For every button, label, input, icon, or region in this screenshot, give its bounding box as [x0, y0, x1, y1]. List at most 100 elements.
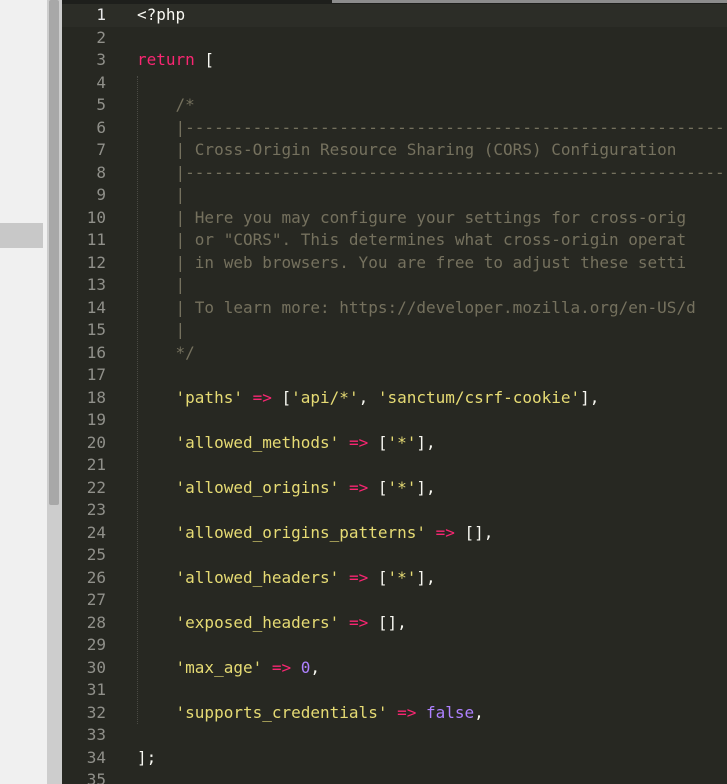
line-number: 22 [86, 477, 106, 497]
code-token: ], [416, 432, 436, 452]
code-line[interactable]: 2 [62, 27, 727, 50]
code-line[interactable]: 17 [62, 364, 727, 387]
side-panel-selected-item[interactable] [0, 223, 43, 248]
line-content: return [ [137, 49, 214, 72]
line-number: 18 [86, 387, 106, 407]
code-line[interactable]: 26 'allowed_headers' => ['*'], [62, 567, 727, 590]
code-line[interactable]: 3 return [ [62, 49, 727, 72]
code-token: ], [580, 387, 600, 407]
code-line[interactable]: 5 /* [62, 94, 727, 117]
code-token: | Cross-Origin Resource Sharing (CORS) C… [137, 140, 677, 159]
code-line[interactable]: 29 [62, 634, 727, 657]
code-token: '*' [387, 477, 417, 497]
code-line[interactable]: 21 [62, 454, 727, 477]
scrollbar-thumb[interactable] [49, 0, 59, 505]
code-token: => [348, 567, 369, 587]
code-line[interactable]: 32 'supports_credentials' => false, [62, 702, 727, 725]
line-content: 'allowed_origins_patterns' => [], [137, 522, 494, 545]
line-number: 8 [96, 162, 106, 182]
line-content: | To learn more: https://developer.mozil… [137, 297, 696, 320]
code-line[interactable]: 14 | To learn more: https://developer.mo… [62, 297, 727, 320]
line-content: 'max_age' => 0, [137, 657, 321, 680]
line-number: 7 [96, 140, 106, 159]
code-line[interactable]: 22 'allowed_origins' => ['*'], [62, 477, 727, 500]
line-number: 27 [86, 590, 106, 609]
code-line[interactable]: 19 [62, 409, 727, 432]
code-line[interactable]: 6 |-------------------------------------… [62, 117, 727, 140]
code-line[interactable]: 33 [62, 724, 727, 747]
code-line[interactable]: 23 [62, 499, 727, 522]
code-token: => [348, 477, 369, 497]
line-content: 'paths' => ['api/*', 'sanctum/csrf-cooki… [137, 387, 600, 410]
line-number: 9 [96, 185, 106, 204]
code-token: '*' [387, 567, 417, 587]
line-content: */ [137, 342, 195, 365]
line-number: 12 [86, 252, 106, 272]
line-content: |---------------------------------------… [137, 117, 727, 140]
code-editor[interactable]: 1 <?php 2 3 return [4 5 /* 6 |----------------… [62, 4, 727, 784]
code-line[interactable]: 13 | [62, 274, 727, 297]
code-token: => [252, 387, 272, 407]
code-line[interactable]: 11 | or "CORS". This determines what cro… [62, 229, 727, 252]
code-line[interactable]: 25 [62, 544, 727, 567]
line-number: 26 [86, 567, 106, 587]
line-content: | Cross-Origin Resource Sharing (CORS) C… [137, 139, 677, 162]
code-token: |---------------------------------------… [175, 162, 727, 182]
line-content: ]; [137, 747, 156, 770]
code-line[interactable]: 8 |-------------------------------------… [62, 162, 727, 185]
line-number: 3 [96, 50, 106, 69]
code-token: [], [368, 612, 407, 632]
active-tab-indicator[interactable] [332, 0, 727, 3]
code-line[interactable]: 35 [62, 769, 727, 784]
code-line[interactable]: 16 */ [62, 342, 727, 365]
code-line[interactable]: 34]; [62, 747, 727, 770]
code-line[interactable]: 15 | [62, 319, 727, 342]
line-number: 16 [86, 342, 106, 362]
code-line[interactable]: 20 'allowed_methods' => ['*'], [62, 432, 727, 455]
code-line[interactable]: 9 | [62, 184, 727, 207]
line-number: 5 [96, 95, 106, 114]
line-number: 21 [86, 455, 106, 474]
code-line[interactable]: 7 | Cross-Origin Resource Sharing (CORS)… [62, 139, 727, 162]
code-line[interactable]: 10 | Here you may configure your setting… [62, 207, 727, 230]
code-token: '*' [387, 432, 417, 452]
line-number: 24 [86, 522, 106, 542]
code-line[interactable]: 27 [62, 589, 727, 612]
code-token: [ [368, 432, 388, 452]
code-token: 'max_age' [175, 657, 263, 677]
code-line[interactable]: 4 [62, 72, 727, 95]
code-token: 'api/*' [291, 387, 359, 407]
line-content: 'allowed_methods' => ['*'], [137, 432, 436, 455]
code-token: /* [137, 95, 195, 114]
line-content: | in web browsers. You are free to adjus… [137, 252, 687, 275]
code-token: return [137, 50, 195, 69]
code-line[interactable]: 28 'exposed_headers' => [], [62, 612, 727, 635]
code-line[interactable]: 18 'paths' => ['api/*', 'sanctum/csrf-co… [62, 387, 727, 410]
line-number: 4 [96, 72, 106, 92]
code-token: ], [416, 477, 436, 497]
code-line[interactable]: 12 | in web browsers. You are free to ad… [62, 252, 727, 275]
code-line[interactable]: 24 'allowed_origins_patterns' => [], [62, 522, 727, 545]
code-line[interactable]: 30 'max_age' => 0, [62, 657, 727, 680]
vertical-scrollbar[interactable] [47, 0, 62, 784]
line-content: | [137, 319, 186, 342]
code-token: [], [454, 522, 494, 542]
line-number: 31 [86, 680, 106, 699]
code-token: ]; [137, 747, 157, 767]
code-token: | in web browsers. You are free to adjus… [137, 252, 687, 272]
code-line[interactable]: 1 <?php [62, 4, 727, 27]
line-content: | Here you may configure your settings f… [137, 207, 687, 230]
line-number: 32 [86, 702, 106, 722]
line-number: 35 [86, 770, 106, 784]
code-line[interactable]: 31 [62, 679, 727, 702]
